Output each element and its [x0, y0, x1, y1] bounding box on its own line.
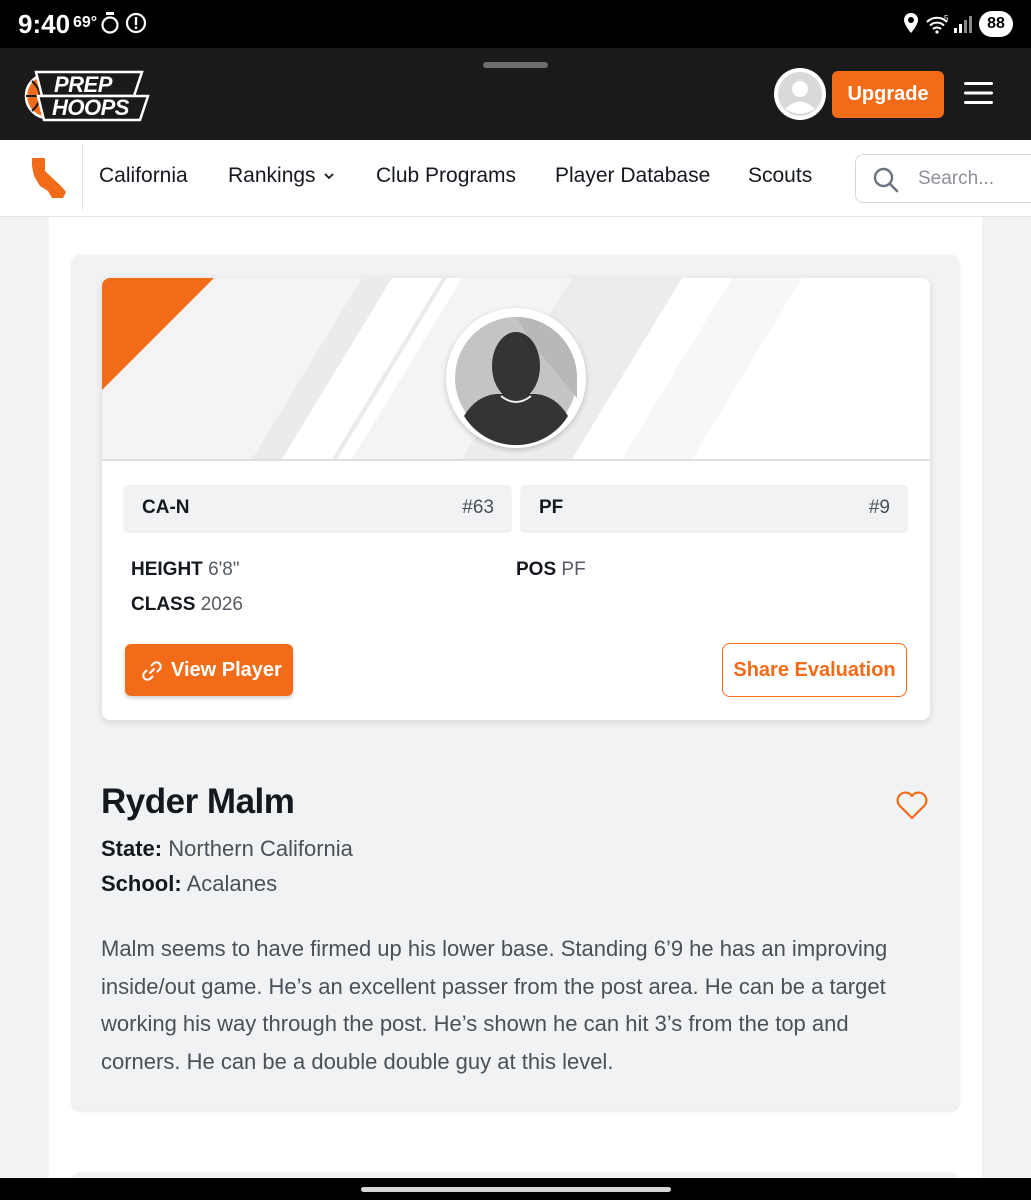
- search-icon: [873, 167, 899, 193]
- location-icon: [904, 13, 918, 33]
- view-player-button[interactable]: View Player: [125, 644, 293, 696]
- nav-item-scouts[interactable]: Scouts: [748, 164, 812, 188]
- chevron-down-icon: [323, 173, 334, 180]
- logo-text-hoops: HOOPS: [52, 95, 129, 120]
- link-icon: [142, 661, 162, 681]
- share-evaluation-button[interactable]: Share Evaluation: [722, 643, 907, 697]
- view-player-label: View Player: [171, 659, 282, 681]
- height-attribute: HEIGHT 6'8": [131, 559, 240, 581]
- player-name: Ryder Malm: [101, 782, 295, 821]
- svg-text:5: 5: [944, 14, 949, 23]
- class-attribute: CLASS 2026: [131, 594, 243, 616]
- position-attribute: POS PF: [516, 559, 586, 581]
- evaluation-text: Malm seems to have firmed up his lower b…: [101, 936, 888, 1074]
- nav-divider: [82, 144, 83, 210]
- prep-hoops-logo[interactable]: PREP HOOPS: [22, 66, 152, 122]
- school-value: Acalanes: [186, 871, 278, 896]
- school-label: School:: [101, 871, 182, 896]
- player-silhouette-icon: [455, 317, 577, 446]
- nav-item-california[interactable]: California: [99, 164, 188, 188]
- app-header: PREP HOOPS Upgrade: [0, 48, 1031, 140]
- upgrade-button[interactable]: Upgrade: [832, 71, 944, 118]
- state-label: State:: [101, 836, 163, 861]
- state-rank-box: CA-N #63: [124, 485, 511, 531]
- hamburger-menu-icon[interactable]: [964, 81, 993, 105]
- timer-icon: [101, 12, 119, 34]
- california-state-icon[interactable]: [28, 156, 70, 200]
- player-card: CA-N #63 PF #9 HEIGHT 6'8" CLASS 2026 PO…: [102, 278, 930, 720]
- position-rank-value: #9: [868, 497, 890, 518]
- wifi-icon: 5: [926, 14, 949, 34]
- state-rank-label: CA-N: [142, 497, 190, 518]
- player-school: School: Acalanes: [101, 871, 277, 897]
- user-avatar[interactable]: [774, 68, 826, 120]
- search-input[interactable]: [918, 165, 1031, 193]
- position-label: POS: [516, 559, 557, 580]
- user-icon: [778, 72, 822, 116]
- favorite-heart-icon[interactable]: [895, 791, 929, 821]
- class-label: CLASS: [131, 594, 196, 615]
- battery-indicator: 88: [979, 11, 1013, 37]
- signal-icon: [954, 16, 972, 33]
- state-value: Northern California: [168, 836, 353, 861]
- search-box[interactable]: [855, 154, 1031, 203]
- status-time: 9:40: [18, 9, 71, 39]
- player-headshot: [446, 308, 586, 448]
- player-state: State: Northern California: [101, 836, 353, 862]
- nav-item-player-database[interactable]: Player Database: [555, 164, 710, 188]
- site-nav: California Rankings Club Programs Player…: [0, 140, 1031, 217]
- position-rank-label: PF: [539, 497, 564, 518]
- nav-item-club-programs[interactable]: Club Programs: [376, 164, 516, 188]
- height-label: HEIGHT: [131, 559, 203, 580]
- system-navigation-bar: [0, 1178, 1031, 1200]
- status-temperature: 69°: [73, 14, 98, 31]
- state-rank-value: #63: [462, 497, 494, 518]
- nav-item-rankings[interactable]: Rankings: [228, 164, 334, 188]
- banner-divider: [102, 459, 930, 461]
- status-bar: 9:40 69° 5 88: [0, 0, 1031, 48]
- alert-icon: [125, 12, 147, 34]
- height-value: 6'8": [208, 559, 240, 580]
- home-gesture-handle[interactable]: [361, 1187, 671, 1192]
- drag-handle[interactable]: [483, 62, 548, 68]
- nav-item-rankings-label: Rankings: [228, 164, 316, 187]
- class-value: 2026: [200, 594, 243, 615]
- position-rank-box: PF #9: [521, 485, 907, 531]
- position-value: PF: [561, 559, 586, 580]
